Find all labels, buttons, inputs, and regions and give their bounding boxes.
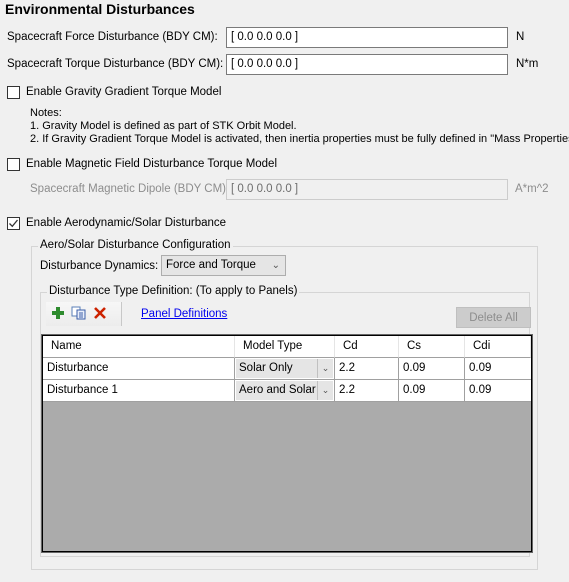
column-header-cdi[interactable]: Cdi — [465, 336, 531, 358]
chevron-down-icon[interactable]: ⌄ — [317, 381, 333, 400]
gravity-gradient-checkbox[interactable] — [7, 86, 20, 99]
cell-cdi[interactable]: 0.09 — [465, 380, 531, 402]
disturbance-dynamics-label: Disturbance Dynamics: — [40, 260, 159, 272]
force-disturbance-input[interactable]: [ 0.0 0.0 0.0 ] — [226, 27, 508, 48]
notes-heading: Notes: — [30, 107, 62, 119]
disturbance-dynamics-value: Force and Torque — [166, 259, 256, 271]
aero-solar-label: Enable Aerodynamic/Solar Disturbance — [26, 217, 227, 229]
type-group-title: Disturbance Type Definition: (To apply t… — [47, 285, 300, 297]
model-type-select[interactable]: Aero and Solar ⌄ — [236, 381, 333, 400]
cell-name[interactable]: Disturbance 1 — [43, 380, 235, 402]
chevron-down-icon: ⌄ — [271, 260, 280, 271]
column-header-cd[interactable]: Cd — [335, 336, 399, 358]
magnetic-dipole-unit: A*m^2 — [515, 183, 549, 195]
chevron-down-icon[interactable]: ⌄ — [317, 359, 333, 378]
force-disturbance-label: Spacecraft Force Disturbance (BDY CM): — [7, 31, 218, 43]
cell-cd[interactable]: 2.2 — [335, 380, 399, 402]
note-1: 1. Gravity Model is defined as part of S… — [30, 120, 297, 132]
table-header: Name Model Type Cd Cs Cdi — [43, 336, 531, 358]
delete-all-button[interactable]: Delete All — [456, 307, 531, 328]
magnetic-dipole-input[interactable]: [ 0.0 0.0 0.0 ] — [226, 179, 508, 200]
checkmark-icon — [9, 219, 19, 228]
cell-cs[interactable]: 0.09 — [399, 380, 465, 402]
panel-definitions-link[interactable]: Panel Definitions — [141, 308, 227, 320]
torque-disturbance-input[interactable]: [ 0.0 0.0 0.0 ] — [226, 54, 508, 75]
gravity-notes: Notes: 1. Gravity Model is defined as pa… — [30, 107, 569, 146]
cell-cd[interactable]: 2.2 — [335, 358, 399, 380]
disturbance-table: Name Model Type Cd Cs Cdi Disturbance So… — [41, 334, 533, 553]
delete-x-icon[interactable] — [93, 306, 107, 323]
disturbance-toolbar — [46, 302, 122, 326]
column-header-model-type[interactable]: Model Type — [235, 336, 335, 358]
torque-unit: N*m — [516, 58, 539, 70]
magnetic-dipole-label: Spacecraft Magnetic Dipole (BDY CM): — [30, 183, 230, 195]
model-type-value: Aero and Solar — [239, 384, 316, 396]
torque-disturbance-label: Spacecraft Torque Disturbance (BDY CM): — [7, 58, 224, 70]
cell-model-type[interactable]: Solar Only ⌄ — [235, 358, 335, 380]
magnetic-field-checkbox[interactable] — [7, 158, 20, 171]
cell-cdi[interactable]: 0.09 — [465, 358, 531, 380]
section-title: Environmental Disturbances — [5, 1, 195, 17]
magnetic-field-label: Enable Magnetic Field Disturbance Torque… — [26, 158, 278, 170]
aero-solar-checkbox[interactable] — [7, 217, 20, 230]
column-header-name[interactable]: Name — [43, 336, 235, 358]
note-2: 2. If Gravity Gradient Torque Model is a… — [30, 133, 569, 145]
cell-model-type[interactable]: Aero and Solar ⌄ — [235, 380, 335, 402]
copy-icon[interactable] — [71, 306, 87, 323]
gravity-gradient-label: Enable Gravity Gradient Torque Model — [26, 86, 222, 98]
column-header-cs[interactable]: Cs — [399, 336, 465, 358]
model-type-value: Solar Only — [239, 362, 293, 374]
plus-icon[interactable] — [51, 306, 65, 323]
table-row: Disturbance 1 Aero and Solar ⌄ 2.2 0.09 … — [43, 380, 531, 402]
table-row: Disturbance Solar Only ⌄ 2.2 0.09 0.09 — [43, 358, 531, 380]
cell-cs[interactable]: 0.09 — [399, 358, 465, 380]
config-group-title: Aero/Solar Disturbance Configuration — [38, 239, 233, 251]
disturbance-dynamics-select[interactable]: Force and Torque ⌄ — [161, 255, 286, 276]
cell-name[interactable]: Disturbance — [43, 358, 235, 380]
force-unit: N — [516, 31, 525, 43]
model-type-select[interactable]: Solar Only ⌄ — [236, 359, 333, 378]
